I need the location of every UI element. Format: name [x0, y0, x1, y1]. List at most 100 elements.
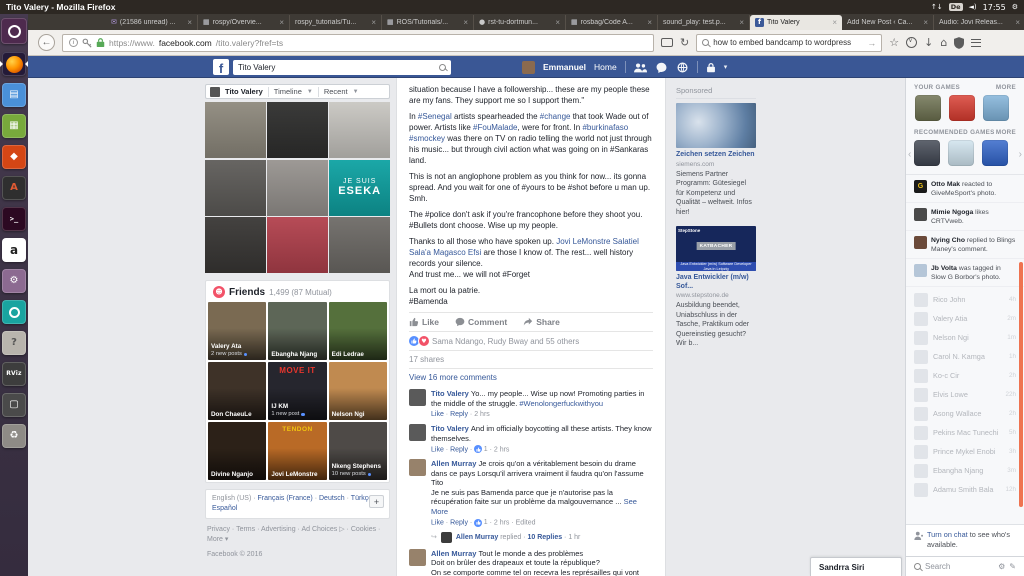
reply-thread-link[interactable]: ↪Allen Murray replied · 10 Replies · 1 h… [431, 532, 653, 543]
shield-icon[interactable] [954, 37, 964, 49]
close-tab-icon[interactable]: × [555, 18, 560, 27]
home-icon[interactable]: ⌂ [940, 37, 947, 48]
close-tab-icon[interactable]: × [279, 18, 284, 27]
commenter-name[interactable]: Tito Valery [431, 424, 471, 433]
friend-tile[interactable]: Divine Nganjo [208, 422, 266, 480]
close-tab-icon[interactable]: × [832, 18, 837, 27]
chevron-right-icon[interactable]: › [1018, 149, 1023, 160]
ticker-item[interactable]: GOtto Mak reacted to GiveMeSport's photo… [906, 175, 1024, 203]
launcher-trash[interactable]: ♻ [2, 424, 26, 448]
messages-icon[interactable] [655, 62, 668, 73]
sponsored-ad[interactable]: Zeichen setzen Zeichensiemens.comSiemens… [676, 103, 756, 217]
ticker-item[interactable]: Jb Volta was tagged in Slow G Borbor's p… [906, 259, 1024, 287]
browser-tab[interactable]: ▦ROS/Tutorials/...× [382, 15, 474, 30]
your-games-more-link[interactable]: MORE [996, 84, 1016, 91]
page-scrollbar[interactable] [1019, 262, 1023, 507]
keyboard-layout-indicator[interactable]: De [949, 3, 963, 11]
ticker-item[interactable]: Mimie Ngoga likes CRTVweb. [906, 203, 1024, 231]
chat-contact-row[interactable]: Rico John4h [906, 290, 1024, 309]
comment-reply-link[interactable]: Reply [450, 519, 468, 526]
home-link[interactable]: Home [594, 62, 617, 72]
share-button[interactable]: Share [523, 317, 560, 327]
friend-tile[interactable]: Edi Ledrae [329, 302, 387, 360]
footer-link[interactable]: Privacy [207, 526, 230, 533]
clock[interactable]: 17:55 [983, 3, 1006, 12]
profile-name-tab[interactable]: Tito Valery [225, 87, 263, 96]
liked-by-text[interactable]: Sama Ndango, Rudy Bway and 55 others [432, 337, 579, 346]
reader-mode-icon[interactable] [661, 38, 673, 47]
close-tab-icon[interactable]: × [647, 18, 652, 27]
profile-link[interactable]: Emmanuel [543, 62, 586, 72]
key-icon[interactable] [82, 38, 92, 48]
photo-thumb[interactable] [205, 102, 266, 158]
chat-contact-row[interactable]: Asong Wallace2h [906, 404, 1024, 423]
browser-tab[interactable]: Audio: Jovi Releas...× [934, 15, 1024, 30]
back-button[interactable]: ← [38, 34, 55, 51]
friend-tile[interactable]: Don ChaeuLe [208, 362, 266, 420]
comment-like-count[interactable]: 1 [474, 518, 487, 528]
profile-avatar[interactable] [210, 87, 220, 97]
launcher-viewer[interactable]: ▢ [2, 393, 26, 417]
gear-icon[interactable]: ⚙ [998, 562, 1005, 571]
turn-on-chat-link[interactable]: Turn on chat [927, 530, 968, 539]
ad-title[interactable]: Java Entwickler (m/w) Sof... [676, 274, 756, 291]
launcher-files[interactable]: ▤ [2, 83, 26, 107]
chat-contact-row[interactable]: Ko-c Cir2h [906, 366, 1024, 385]
friend-requests-icon[interactable] [634, 62, 647, 73]
chat-contact-row[interactable]: Ebangha Njang3m [906, 461, 1024, 480]
chat-contact-row[interactable]: Valery Atia2m [906, 309, 1024, 328]
avatar[interactable] [409, 424, 426, 441]
session-menu-icon[interactable]: ⚙ [1012, 3, 1018, 11]
footer-link[interactable]: Advertising [261, 526, 296, 533]
recent-tab[interactable]: Recent [324, 87, 348, 96]
avatar[interactable] [409, 549, 426, 566]
web-search-input[interactable]: how to embed bandcamp to wordpress → [696, 34, 882, 52]
commenter-name[interactable]: Tito Valery [431, 389, 471, 398]
chat-contact-row[interactable]: Nelson Ngi1m [906, 328, 1024, 347]
footer-link[interactable]: Cookies [351, 526, 376, 533]
photo-thumb[interactable] [267, 217, 328, 273]
friend-tile[interactable]: Ebangha Njang [268, 302, 326, 360]
notifications-globe-icon[interactable] [676, 62, 689, 73]
comment-button[interactable]: Comment [455, 317, 507, 327]
photo-thumb[interactable] [329, 102, 390, 158]
browser-tab[interactable]: ●rst-tu-dortmun...× [474, 15, 566, 30]
launcher-help[interactable]: ? [2, 331, 26, 355]
comment-like-link[interactable]: Like [431, 411, 444, 418]
game-tile[interactable] [983, 95, 1009, 121]
timeline-tab[interactable]: Timeline [274, 87, 302, 96]
game-tile[interactable] [948, 140, 974, 166]
commenter-name[interactable]: Allen Murray [431, 459, 479, 468]
browser-tab[interactable]: fTito Valery× [750, 15, 842, 30]
avatar[interactable] [409, 389, 426, 406]
close-tab-icon[interactable]: × [463, 18, 468, 27]
language-link[interactable]: Français (France) [258, 495, 313, 502]
chat-contact-row[interactable]: Carol N. Kamga1h [906, 347, 1024, 366]
friend-tile[interactable]: Nkeng Stephens10 new posts [329, 422, 387, 480]
ticker-item[interactable]: Nying Cho replied to Blings Maney's comm… [906, 231, 1024, 259]
commenter-name[interactable]: Allen Murray [431, 549, 479, 558]
photo-thumb[interactable] [205, 217, 266, 273]
launcher-settings[interactable]: ⚙ [2, 269, 26, 293]
browser-tab[interactable]: Add New Post ‹ Ca...× [842, 15, 934, 30]
chat-contact-row[interactable]: Prince Mykel Enobi3h [906, 442, 1024, 461]
launcher-firefox[interactable] [2, 52, 26, 76]
close-tab-icon[interactable]: × [1015, 18, 1020, 27]
friend-tile[interactable]: TENDONJovi LeMonstre [268, 422, 326, 480]
browser-tab[interactable]: rospy_tutorials/Tu...× [290, 15, 382, 30]
language-link[interactable]: Español [212, 505, 237, 512]
launcher-teal[interactable] [2, 300, 26, 324]
footer-link[interactable]: More [207, 536, 223, 543]
footer-link[interactable]: Terms [236, 526, 255, 533]
like-button[interactable]: Like [409, 317, 439, 327]
privacy-shortcuts-icon[interactable] [706, 62, 716, 73]
launcher-dash[interactable] [1, 18, 27, 44]
chat-contact-row[interactable]: Elvis Lowe22h [906, 385, 1024, 404]
close-tab-icon[interactable]: × [739, 18, 744, 27]
volume-icon[interactable]: ◄) [969, 3, 977, 11]
photo-thumb[interactable] [329, 217, 390, 273]
comment-like-link[interactable]: Like [431, 519, 444, 526]
chat-window-tab[interactable]: Sandrra Siri [810, 557, 902, 576]
avatar[interactable] [409, 459, 426, 476]
friend-tile[interactable]: Valery Ata2 new posts [208, 302, 266, 360]
